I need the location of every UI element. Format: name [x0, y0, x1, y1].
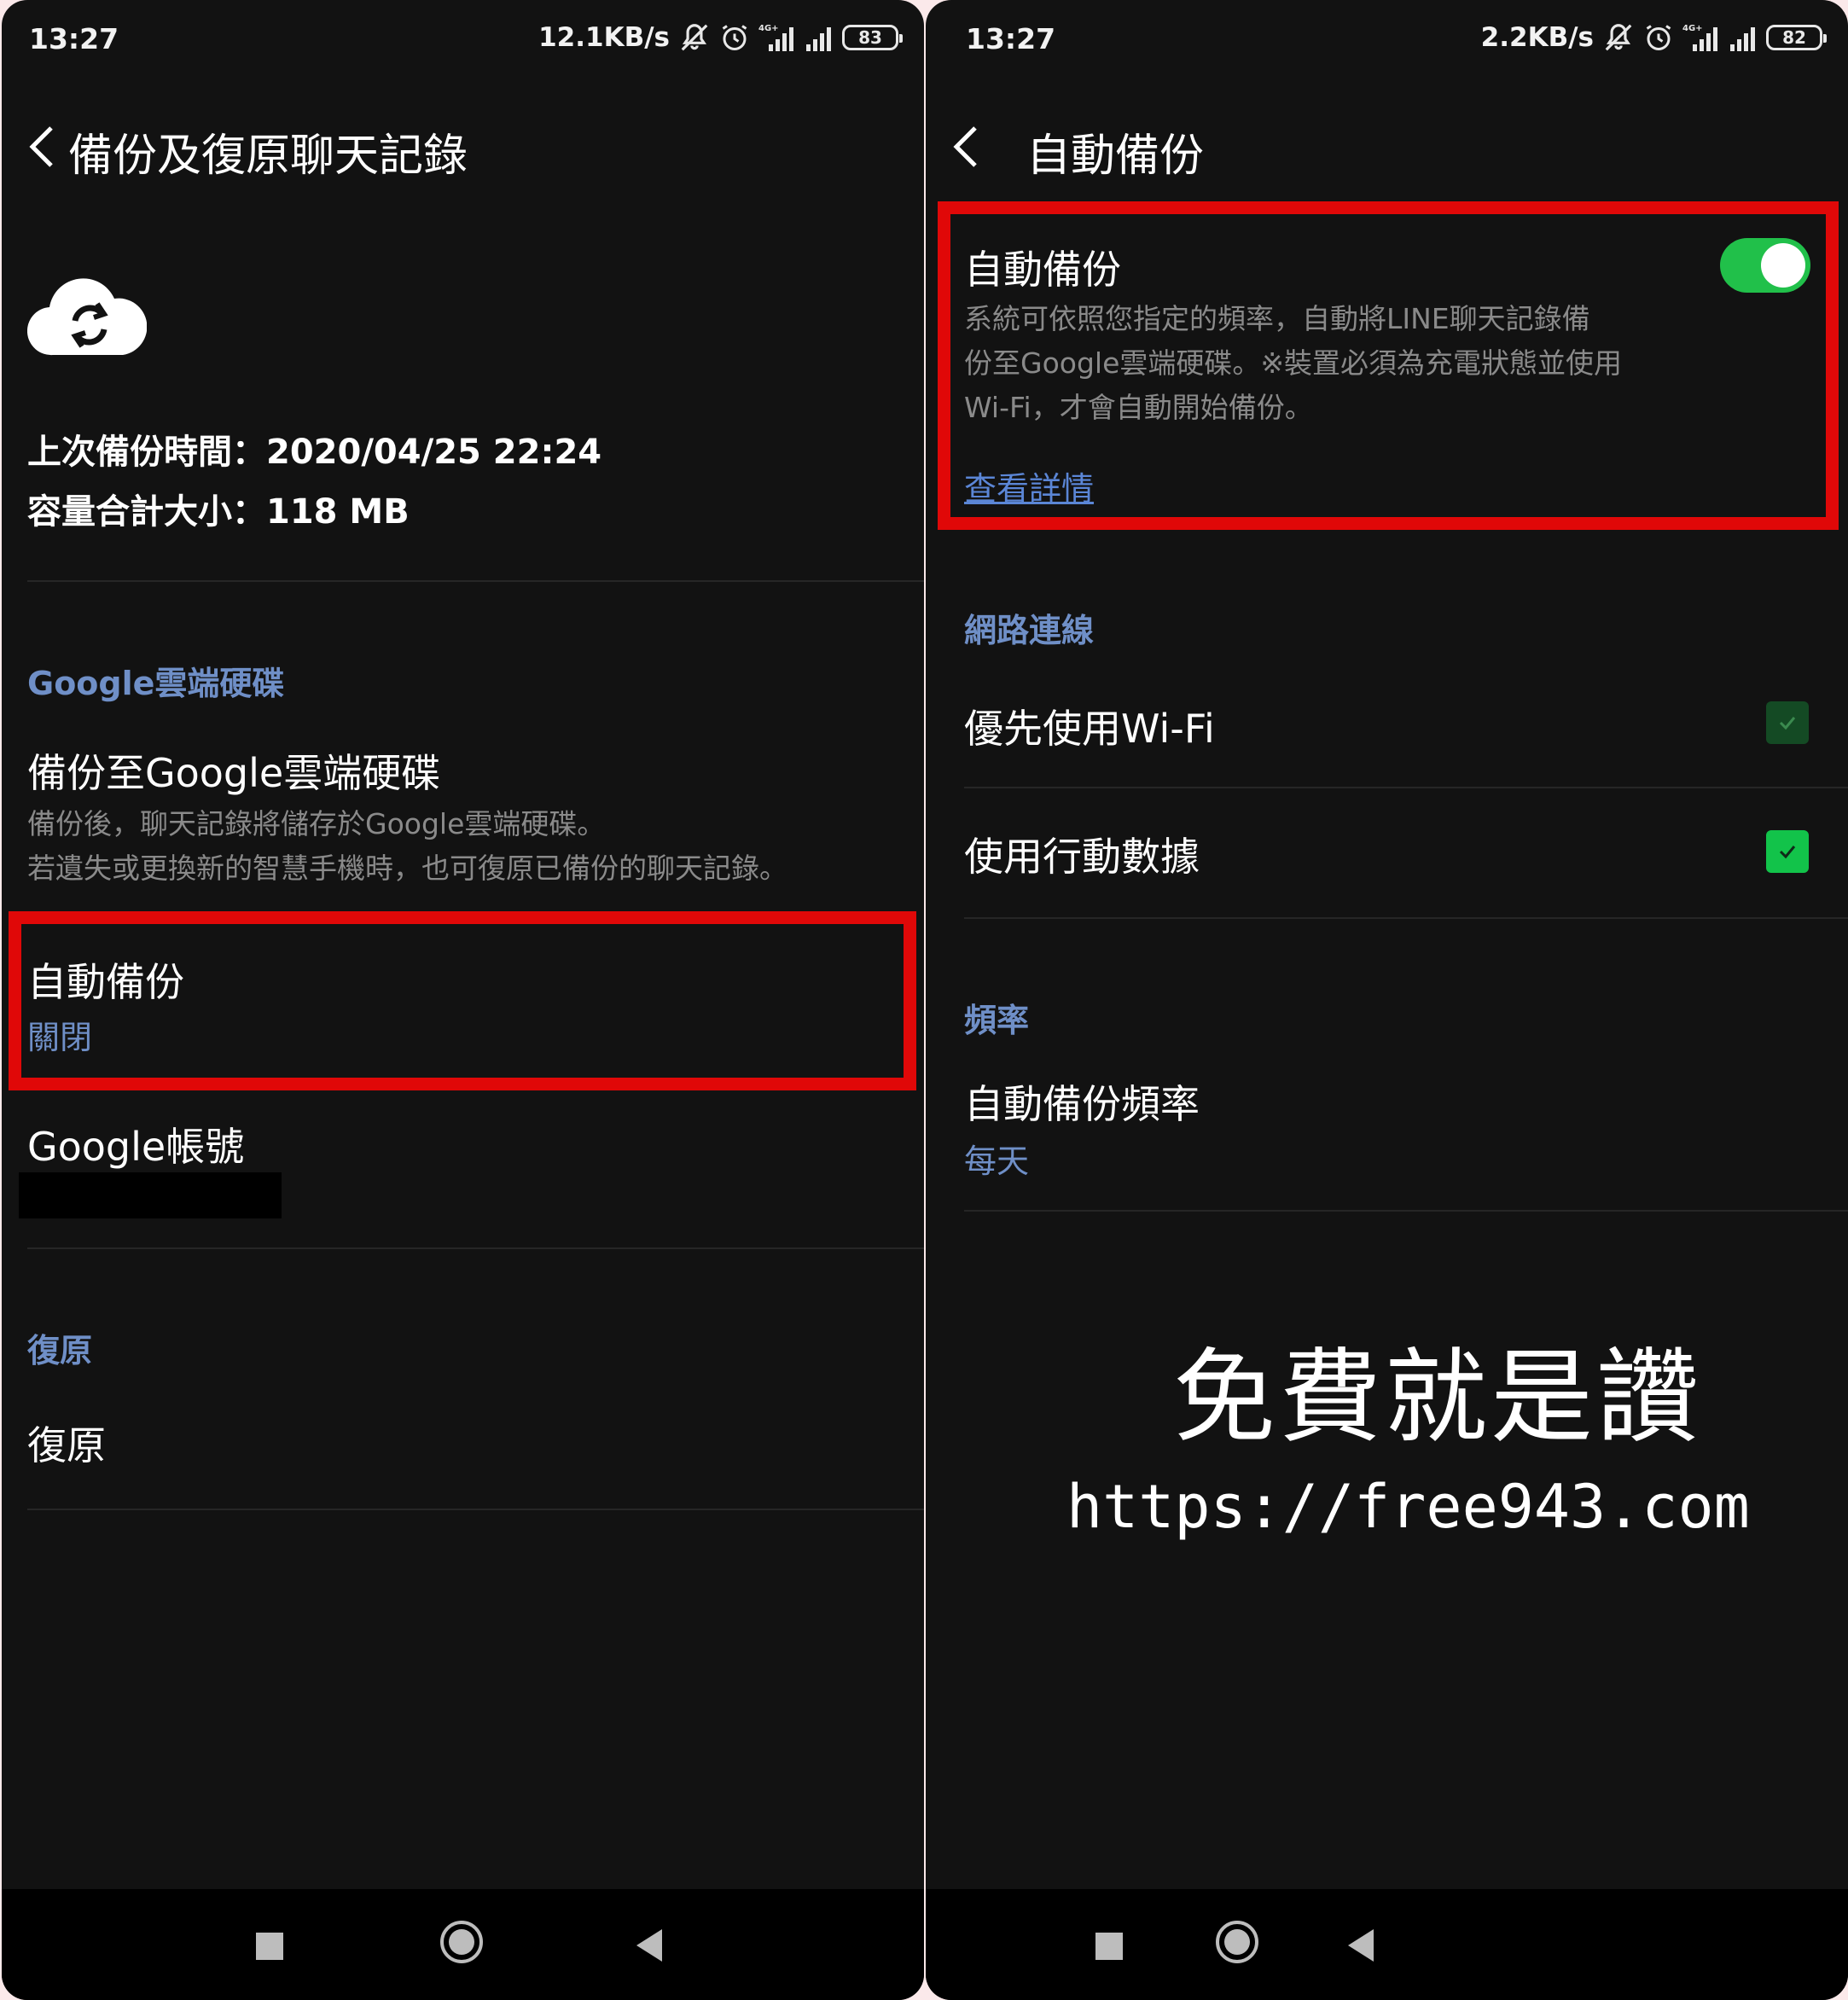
screen-auto-backup: 13:27 2.2KB/s 4G+ 82 自動備份 自動備份 系統可依照您指定的…: [926, 0, 1848, 2000]
alarm-icon: [719, 22, 750, 53]
mobile-data-checkbox[interactable]: [1766, 830, 1809, 873]
backup-desc-line1: 備份後，聊天記錄將儲存於Google雲端硬碟。: [27, 807, 606, 840]
signal-4g-label: 4G+: [1682, 24, 1703, 33]
divider: [27, 1509, 924, 1510]
total-size: 容量合計大小：118 MB: [27, 492, 410, 532]
battery-level: 83: [858, 27, 882, 48]
wifi-first-item[interactable]: 優先使用Wi-Fi: [926, 674, 1848, 785]
backup-to-drive-item[interactable]: 備份至Google雲端硬碟 備份後，聊天記錄將儲存於Google雲端硬碟。 若遺…: [2, 734, 924, 904]
highlight-box: [9, 911, 916, 1090]
status-bar-right: 2.2KB/s 4G+ 82: [1480, 19, 1827, 56]
alarm-icon: [1643, 22, 1674, 53]
status-time: 13:27: [966, 22, 1056, 55]
divider: [964, 1210, 1848, 1212]
navigation-bar: [2, 1889, 924, 2000]
divider: [27, 580, 924, 582]
status-net-speed: 12.1KB/s: [538, 22, 670, 53]
mobile-data-title: 使用行動數據: [964, 834, 1200, 880]
battery-icon: 83: [842, 25, 903, 50]
page-title: 自動備份: [1026, 131, 1205, 182]
home-button[interactable]: [440, 1921, 483, 1963]
page-title: 備份及復原聊天記錄: [68, 131, 468, 182]
wifi-first-title: 優先使用Wi-Fi: [964, 706, 1215, 752]
status-time: 13:27: [29, 22, 119, 55]
last-backup-time: 上次備份時間：2020/04/25 22:24: [27, 433, 602, 472]
restore-title: 復原: [27, 1422, 106, 1468]
navigation-bar: [926, 1889, 1848, 2000]
signal-4g-label: 4G+: [758, 24, 779, 33]
google-account-item[interactable]: Google帳號: [2, 1101, 924, 1237]
status-net-speed: 2.2KB/s: [1480, 22, 1594, 53]
restore-item[interactable]: 復原: [2, 1399, 924, 1502]
check-icon: [1779, 846, 1796, 859]
check-icon: [1779, 717, 1796, 730]
battery-icon: 82: [1766, 25, 1827, 50]
section-network: 網路連線: [964, 612, 1095, 649]
watermark-url: https://free943.com: [1066, 1472, 1750, 1542]
nav-back-button[interactable]: [636, 1929, 662, 1962]
backup-frequency-title: 自動備份頻率: [964, 1081, 1200, 1127]
backup-frequency-item[interactable]: 自動備份頻率 每天: [926, 1058, 1848, 1207]
mute-notification-icon: [1602, 21, 1635, 54]
signal-icon: [805, 22, 834, 53]
signal-4g-icon: 4G+: [758, 22, 796, 53]
cloud-sync-icon: [26, 271, 148, 369]
back-button[interactable]: [24, 121, 61, 176]
highlight-box: [938, 201, 1839, 530]
watermark-text: 免費就是讚: [1173, 1339, 1702, 1457]
battery-level: 82: [1782, 27, 1806, 48]
screen-backup-restore: 13:27 12.1KB/s 4G+ 83 備份及復原聊天記錄 上次備份時間：2…: [2, 0, 924, 2000]
divider: [964, 917, 1848, 919]
backup-to-drive-title: 備份至Google雲端硬碟: [27, 750, 441, 796]
nav-back-button[interactable]: [1348, 1929, 1374, 1962]
home-button[interactable]: [1216, 1921, 1258, 1963]
section-frequency: 頻率: [964, 1002, 1030, 1039]
backup-frequency-value: 每天: [964, 1142, 1030, 1180]
section-google-drive: Google雲端硬碟: [27, 665, 285, 702]
mute-notification-icon: [678, 21, 711, 54]
status-bar-right: 12.1KB/s 4G+ 83: [538, 19, 903, 56]
google-account-title: Google帳號: [27, 1124, 245, 1170]
redacted-account: [19, 1172, 282, 1218]
chevron-left-icon: [953, 126, 977, 167]
recents-button[interactable]: [256, 1933, 283, 1960]
wifi-first-checkbox[interactable]: [1766, 701, 1809, 744]
signal-icon: [1729, 22, 1758, 53]
backup-desc-line2: 若遺失或更換新的智慧手機時，也可復原已備份的聊天記錄。: [27, 852, 787, 885]
chevron-left-icon: [29, 126, 53, 167]
back-button[interactable]: [948, 121, 985, 176]
mobile-data-item[interactable]: 使用行動數據: [926, 788, 1848, 916]
recents-button[interactable]: [1095, 1933, 1123, 1960]
signal-4g-icon: 4G+: [1682, 22, 1720, 53]
divider: [27, 1247, 924, 1249]
section-restore: 復原: [27, 1332, 93, 1369]
